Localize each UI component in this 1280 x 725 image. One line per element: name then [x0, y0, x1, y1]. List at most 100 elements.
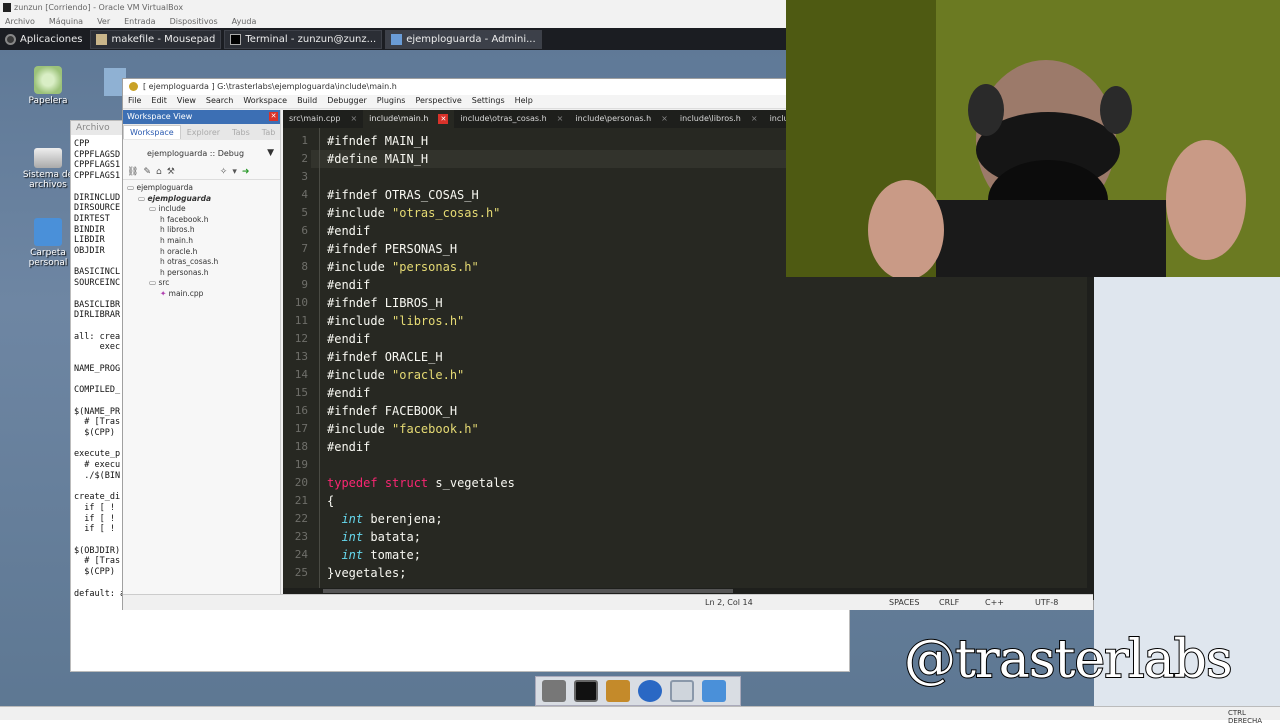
virtualbox-menu-bar: Archivo Máquina Ver Entrada Dispositivos Ayud…: [0, 16, 786, 28]
chevron-down-icon: ▼: [267, 148, 274, 158]
show-desktop-icon[interactable]: [542, 680, 566, 702]
workspace-panel: Workspace View ✕ Workspace Explorer Tabs…: [123, 110, 281, 600]
tree-item-label: facebook.h: [167, 214, 209, 224]
tree-item[interactable]: h libros.h: [123, 225, 280, 236]
close-icon[interactable]: ×: [751, 114, 758, 128]
taskbar-item-file-manager[interactable]: ejemploguarda - Admini...: [385, 29, 542, 49]
tab-tab[interactable]: Tab: [256, 126, 282, 139]
tree-item-label: include: [158, 204, 186, 214]
tree-item[interactable]: h personas.h: [123, 268, 280, 279]
code-line: int tomate;: [327, 546, 1087, 564]
code-token: int: [341, 548, 364, 562]
desktop-icon-home[interactable]: Carpeta personal: [20, 218, 76, 268]
code-line: #ifndef FACEBOOK_H: [327, 402, 1087, 420]
close-icon[interactable]: ×: [661, 114, 668, 128]
editor-tab[interactable]: include\main.h ✕: [363, 110, 455, 128]
line-number: 20: [294, 476, 308, 489]
menu-item-help[interactable]: Help: [515, 96, 533, 108]
link-icon[interactable]: ⛓: [127, 167, 138, 177]
code-line: #endif: [327, 438, 1087, 456]
window-title: zunzun [Corriendo] - Oracle VM VirtualBo…: [14, 3, 184, 12]
menu-item-build[interactable]: Build: [297, 96, 317, 108]
code-token: #ifndef PERSONAS_H: [327, 242, 458, 256]
code-token: s_vegetales: [428, 476, 515, 490]
code-token: #ifndef MAIN_H: [327, 134, 429, 148]
editor-tab[interactable]: include\libros.h ×: [674, 110, 764, 128]
code-line: }vegetales;: [327, 564, 1087, 582]
menu-item-perspective[interactable]: Perspective: [415, 96, 461, 108]
line-number: 10: [294, 296, 308, 309]
menu-item-workspace[interactable]: Workspace: [243, 96, 287, 108]
tree-item[interactable]: ▭ include: [123, 204, 280, 215]
line-numbers: 1 2 3 4 5 6 7 8 9 10 11 12 13 14 15 16 17 18 19 20 21 22 23 24 2…: [283, 128, 311, 588]
code-token: "facebook.h": [392, 422, 479, 436]
folder-icon[interactable]: [702, 680, 726, 702]
fold-margin: [319, 128, 320, 588]
editor-tab-label: include\libros.h: [679, 114, 741, 123]
chevron-down-icon[interactable]: ▾: [232, 167, 237, 177]
search-icon[interactable]: [670, 680, 694, 702]
tree-item[interactable]: ▭ ejemploguarda: [123, 183, 280, 194]
vbox-menu-item[interactable]: Ver: [97, 17, 110, 28]
menu-item-edit[interactable]: Edit: [151, 96, 167, 108]
line-number: 22: [294, 512, 308, 525]
tree-item[interactable]: ▭ src: [123, 278, 280, 289]
web-browser-icon[interactable]: [638, 680, 662, 702]
guest-taskbar: Aplicaciones makefile - Mousepad Termina…: [0, 28, 786, 50]
host-key-label: CTRL DERECHA: [1228, 709, 1263, 725]
menu-item-debugger[interactable]: Debugger: [327, 96, 367, 108]
tab-explorer[interactable]: Explorer: [181, 126, 226, 139]
tree-item-label: src: [158, 278, 170, 288]
menu-item-view[interactable]: View: [177, 96, 196, 108]
close-icon[interactable]: ✕: [438, 114, 449, 124]
taskbar-item-terminal[interactable]: Terminal - zunzun@zunz...: [224, 29, 383, 49]
pin-icon[interactable]: ✎: [143, 167, 151, 177]
menu-item-settings[interactable]: Settings: [472, 96, 505, 108]
code-token: #ifndef OTRAS_COSAS_H: [327, 188, 479, 202]
editor-tab[interactable]: include\personas.h ×: [569, 110, 674, 128]
editor-tab[interactable]: src\main.cpp ×: [283, 110, 363, 128]
scroll-thumb[interactable]: [323, 589, 733, 593]
code-token: #endif: [327, 386, 371, 400]
desktop-icon-trash[interactable]: Papelera: [20, 66, 76, 106]
menu-item-search[interactable]: Search: [206, 96, 233, 108]
menu-item-file[interactable]: File: [128, 96, 141, 108]
vbox-menu-item[interactable]: Ayuda: [232, 17, 257, 28]
vbox-menu-item[interactable]: Entrada: [124, 17, 155, 28]
line-number: 14: [294, 368, 308, 381]
home-icon[interactable]: ⌂: [156, 167, 162, 177]
build-target-select[interactable]: ejemploguarda :: Debug ▼: [129, 146, 274, 160]
terminal-icon[interactable]: [574, 680, 598, 702]
tree-item-label: otras_cosas.h: [167, 257, 219, 267]
editor-tab-label: include\personas.h: [575, 114, 652, 123]
tools-icon[interactable]: ⚒: [167, 167, 175, 177]
tree-item[interactable]: h oracle.h: [123, 247, 280, 258]
taskbar-item-mousepad[interactable]: makefile - Mousepad: [90, 29, 222, 49]
close-icon[interactable]: ×: [557, 114, 564, 128]
code-line: #include "facebook.h": [327, 420, 1087, 438]
code-token: "libros.h": [392, 314, 465, 328]
close-icon[interactable]: ✕: [269, 112, 278, 121]
tree-item[interactable]: h otras_cosas.h: [123, 257, 280, 268]
tab-tabs[interactable]: Tabs: [226, 126, 256, 139]
tab-workspace[interactable]: Workspace: [123, 125, 181, 139]
code-line: typedef struct s_vegetales: [327, 474, 1087, 492]
workspace-tabs: Workspace Explorer Tabs Tab: [123, 124, 280, 140]
close-icon[interactable]: ×: [350, 114, 357, 128]
tree-item[interactable]: h facebook.h: [123, 215, 280, 226]
desktop-icon-filesystem[interactable]: Sistema de archivos: [20, 142, 76, 190]
editor-tab[interactable]: include\otras_cosas.h ×: [454, 110, 569, 128]
vbox-menu-item[interactable]: Dispositivos: [170, 17, 218, 28]
wand-icon[interactable]: ✧: [220, 167, 228, 177]
run-icon[interactable]: ➜: [242, 167, 250, 177]
applications-menu[interactable]: Aplicaciones: [0, 30, 87, 49]
tree-item[interactable]: ▭ ejemploguarda: [123, 194, 280, 205]
tree-item[interactable]: ✦ main.cpp: [123, 289, 280, 300]
vbox-menu-item[interactable]: Archivo: [5, 17, 35, 28]
language: C++: [985, 598, 1004, 607]
vbox-menu-item[interactable]: Máquina: [49, 17, 83, 28]
menu-item-plugins[interactable]: Plugins: [377, 96, 406, 108]
tree-item[interactable]: h main.h: [123, 236, 280, 247]
file-manager-icon[interactable]: [606, 680, 630, 702]
